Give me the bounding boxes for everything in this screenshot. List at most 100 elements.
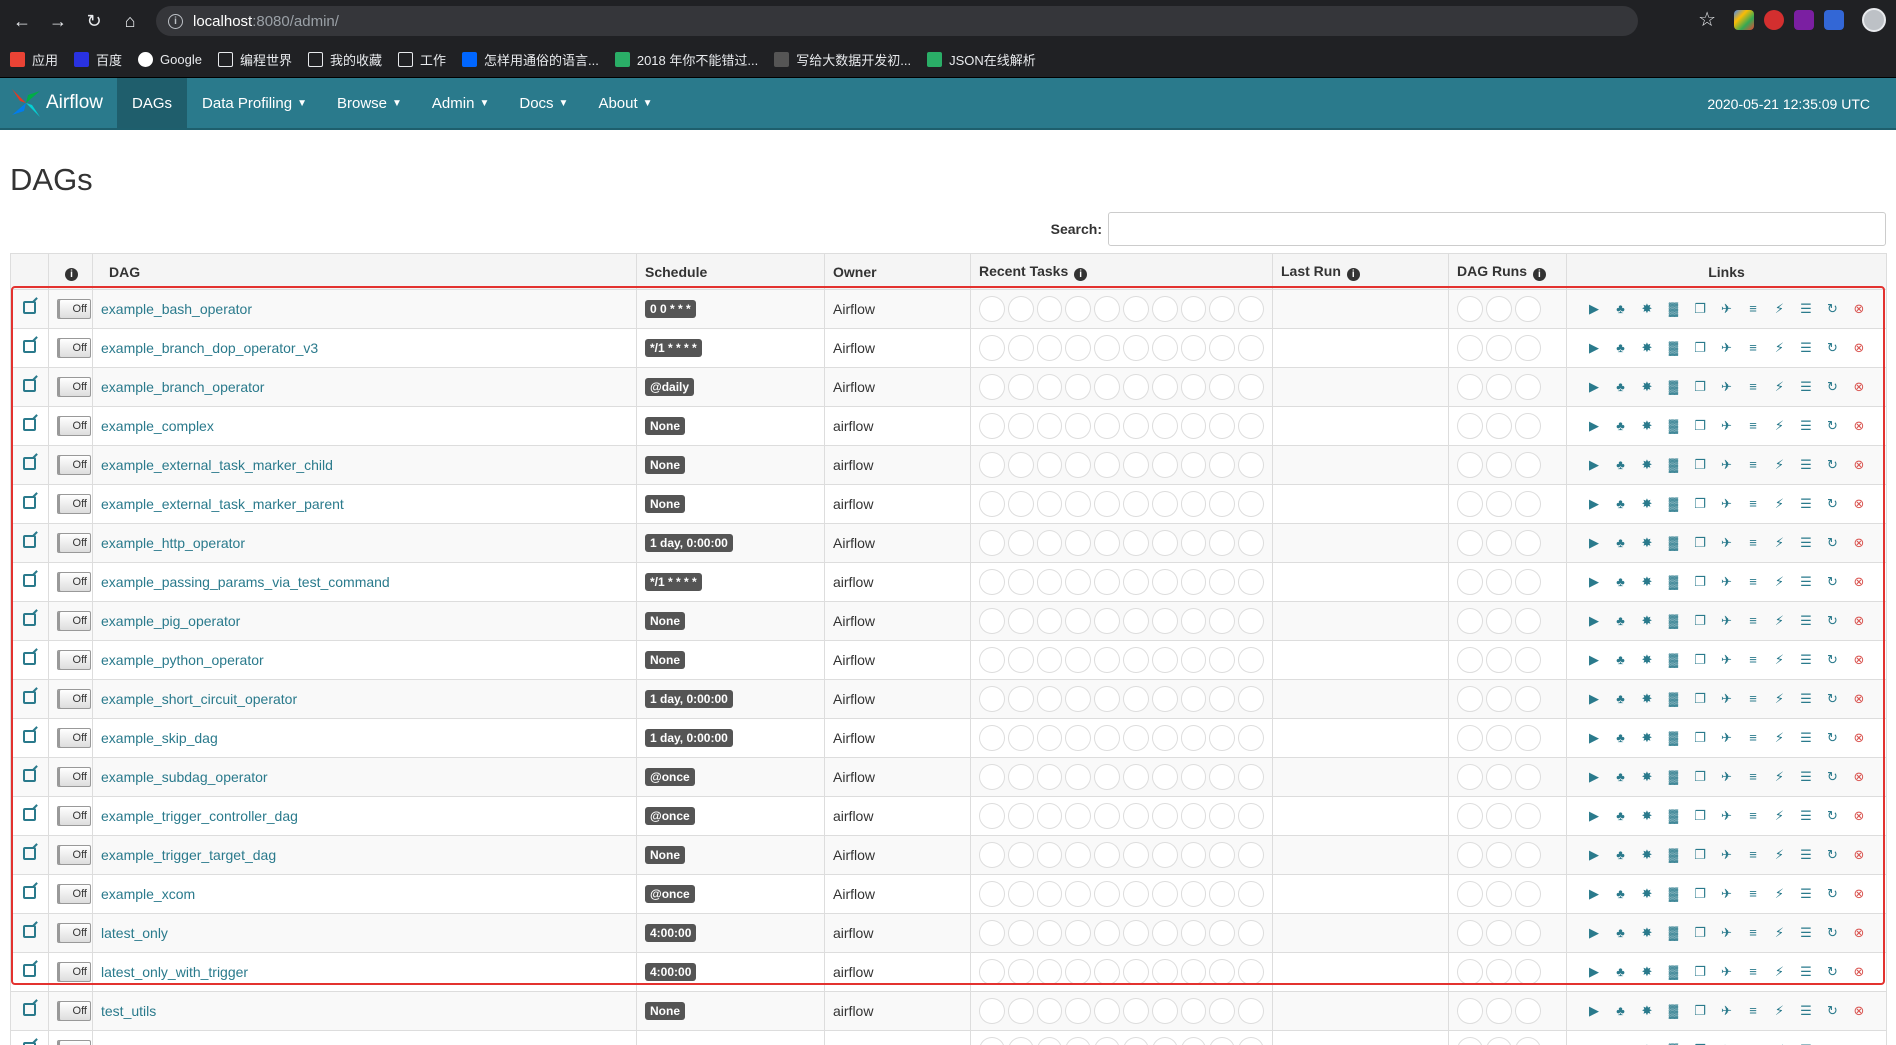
task-status-circle[interactable] [1065,842,1092,868]
tries-icon[interactable]: ❐ [1687,613,1714,629]
task-status-circle[interactable] [1238,803,1264,829]
trigger-icon[interactable]: ▶ [1581,769,1608,785]
task-status-circle[interactable] [1065,530,1092,556]
duration-icon[interactable]: ▓ [1660,418,1687,434]
dag-pause-toggle[interactable]: Off [57,728,91,748]
edit-icon[interactable] [23,925,36,938]
task-status-circle[interactable] [1151,569,1178,595]
edit-icon[interactable] [23,535,36,548]
task-status-circle[interactable] [1007,374,1034,400]
dag-link[interactable]: example_complex [101,418,214,434]
graph-icon[interactable]: ✸ [1634,457,1661,473]
tree-icon[interactable]: ♣ [1607,691,1634,707]
dag-link[interactable]: latest_only [101,925,168,941]
duration-icon[interactable]: ▓ [1660,340,1687,356]
tree-icon[interactable]: ♣ [1607,769,1634,785]
bookmark-item[interactable]: 编程世界 [217,50,292,69]
edit-icon[interactable] [23,1003,36,1016]
task-status-circle[interactable] [1036,920,1063,946]
task-status-circle[interactable] [1065,725,1092,751]
forward-icon[interactable]: → [44,7,72,35]
logs-icon[interactable]: ☰ [1793,574,1820,590]
landing-icon[interactable]: ✈ [1713,808,1740,824]
code-icon[interactable]: ⚡ [1766,379,1793,395]
task-status-circle[interactable] [1151,842,1178,868]
task-status-circle[interactable] [1036,647,1063,673]
task-status-circle[interactable] [1007,491,1034,517]
bookmark-item[interactable]: 工作 [397,50,446,69]
trigger-icon[interactable]: ▶ [1581,535,1608,551]
nav-item-dags[interactable]: DAGs [117,78,188,128]
code-icon[interactable]: ⚡ [1766,535,1793,551]
tries-icon[interactable]: ❐ [1687,652,1714,668]
run-status-circle[interactable] [1486,491,1512,517]
gantt-icon[interactable]: ≡ [1740,379,1767,395]
dag-link[interactable]: example_subdag_operator [101,769,268,785]
bookmark-star-icon[interactable]: ☆ [1698,7,1716,32]
task-status-circle[interactable] [1065,764,1092,790]
code-icon[interactable]: ⚡ [1766,691,1793,707]
dag-link[interactable]: example_external_task_marker_child [101,457,333,473]
tries-icon[interactable]: ❐ [1687,535,1714,551]
task-status-circle[interactable] [979,647,1005,673]
header-owner[interactable]: Owner [824,253,971,290]
task-status-circle[interactable] [1065,608,1092,634]
duration-icon[interactable]: ▓ [1660,886,1687,902]
landing-icon[interactable]: ✈ [1713,496,1740,512]
extension-icon[interactable] [1734,9,1754,30]
code-icon[interactable]: ⚡ [1766,886,1793,902]
tree-icon[interactable]: ♣ [1607,301,1634,317]
task-status-circle[interactable] [1122,686,1149,712]
gantt-icon[interactable]: ≡ [1740,886,1767,902]
task-status-circle[interactable] [979,959,1005,985]
task-status-circle[interactable] [1007,998,1034,1024]
code-icon[interactable]: ⚡ [1766,301,1793,317]
dag-link[interactable]: example_branch_dop_operator_v3 [101,340,318,356]
delete-icon[interactable]: ⊗ [1846,301,1873,317]
tree-icon[interactable]: ♣ [1607,925,1634,941]
duration-icon[interactable]: ▓ [1660,847,1687,863]
run-status-circle[interactable] [1515,491,1541,517]
code-icon[interactable]: ⚡ [1766,1003,1793,1019]
task-status-circle[interactable] [1151,374,1178,400]
site-info-icon[interactable]: i [168,13,183,29]
trigger-icon[interactable]: ▶ [1581,886,1608,902]
graph-icon[interactable]: ✸ [1634,691,1661,707]
tree-icon[interactable]: ♣ [1607,964,1634,980]
task-status-circle[interactable] [1094,881,1120,907]
logs-icon[interactable]: ☰ [1793,340,1820,356]
task-status-circle[interactable] [1151,452,1178,478]
delete-icon[interactable]: ⊗ [1846,1003,1873,1019]
tries-icon[interactable]: ❐ [1687,769,1714,785]
delete-icon[interactable]: ⊗ [1846,925,1873,941]
tries-icon[interactable]: ❐ [1687,925,1714,941]
extension-icon[interactable] [1794,9,1814,30]
task-status-circle[interactable] [1238,452,1264,478]
run-status-circle[interactable] [1486,764,1512,790]
trigger-icon[interactable]: ▶ [1581,925,1608,941]
task-status-circle[interactable] [1094,296,1120,322]
tries-icon[interactable]: ❐ [1687,847,1714,863]
run-status-circle[interactable] [1515,1037,1541,1045]
dag-pause-toggle[interactable]: Off [57,494,91,514]
task-status-circle[interactable] [1094,530,1120,556]
task-status-circle[interactable] [1007,725,1034,751]
delete-icon[interactable]: ⊗ [1846,496,1873,512]
task-status-circle[interactable] [1151,725,1178,751]
run-status-circle[interactable] [1457,608,1483,634]
bookmark-item[interactable]: Google [138,52,202,67]
run-status-circle[interactable] [1457,764,1483,790]
run-status-circle[interactable] [1486,374,1512,400]
task-status-circle[interactable] [1180,569,1207,595]
logs-icon[interactable]: ☰ [1793,886,1820,902]
edit-icon[interactable] [23,301,36,314]
run-status-circle[interactable] [1515,530,1541,556]
run-status-circle[interactable] [1457,998,1483,1024]
refresh-icon[interactable]: ↻ [1819,418,1846,434]
run-status-circle[interactable] [1486,413,1512,439]
landing-icon[interactable]: ✈ [1713,886,1740,902]
task-status-circle[interactable] [1209,413,1236,439]
landing-icon[interactable]: ✈ [1713,964,1740,980]
graph-icon[interactable]: ✸ [1634,613,1661,629]
task-status-circle[interactable] [1036,335,1063,361]
